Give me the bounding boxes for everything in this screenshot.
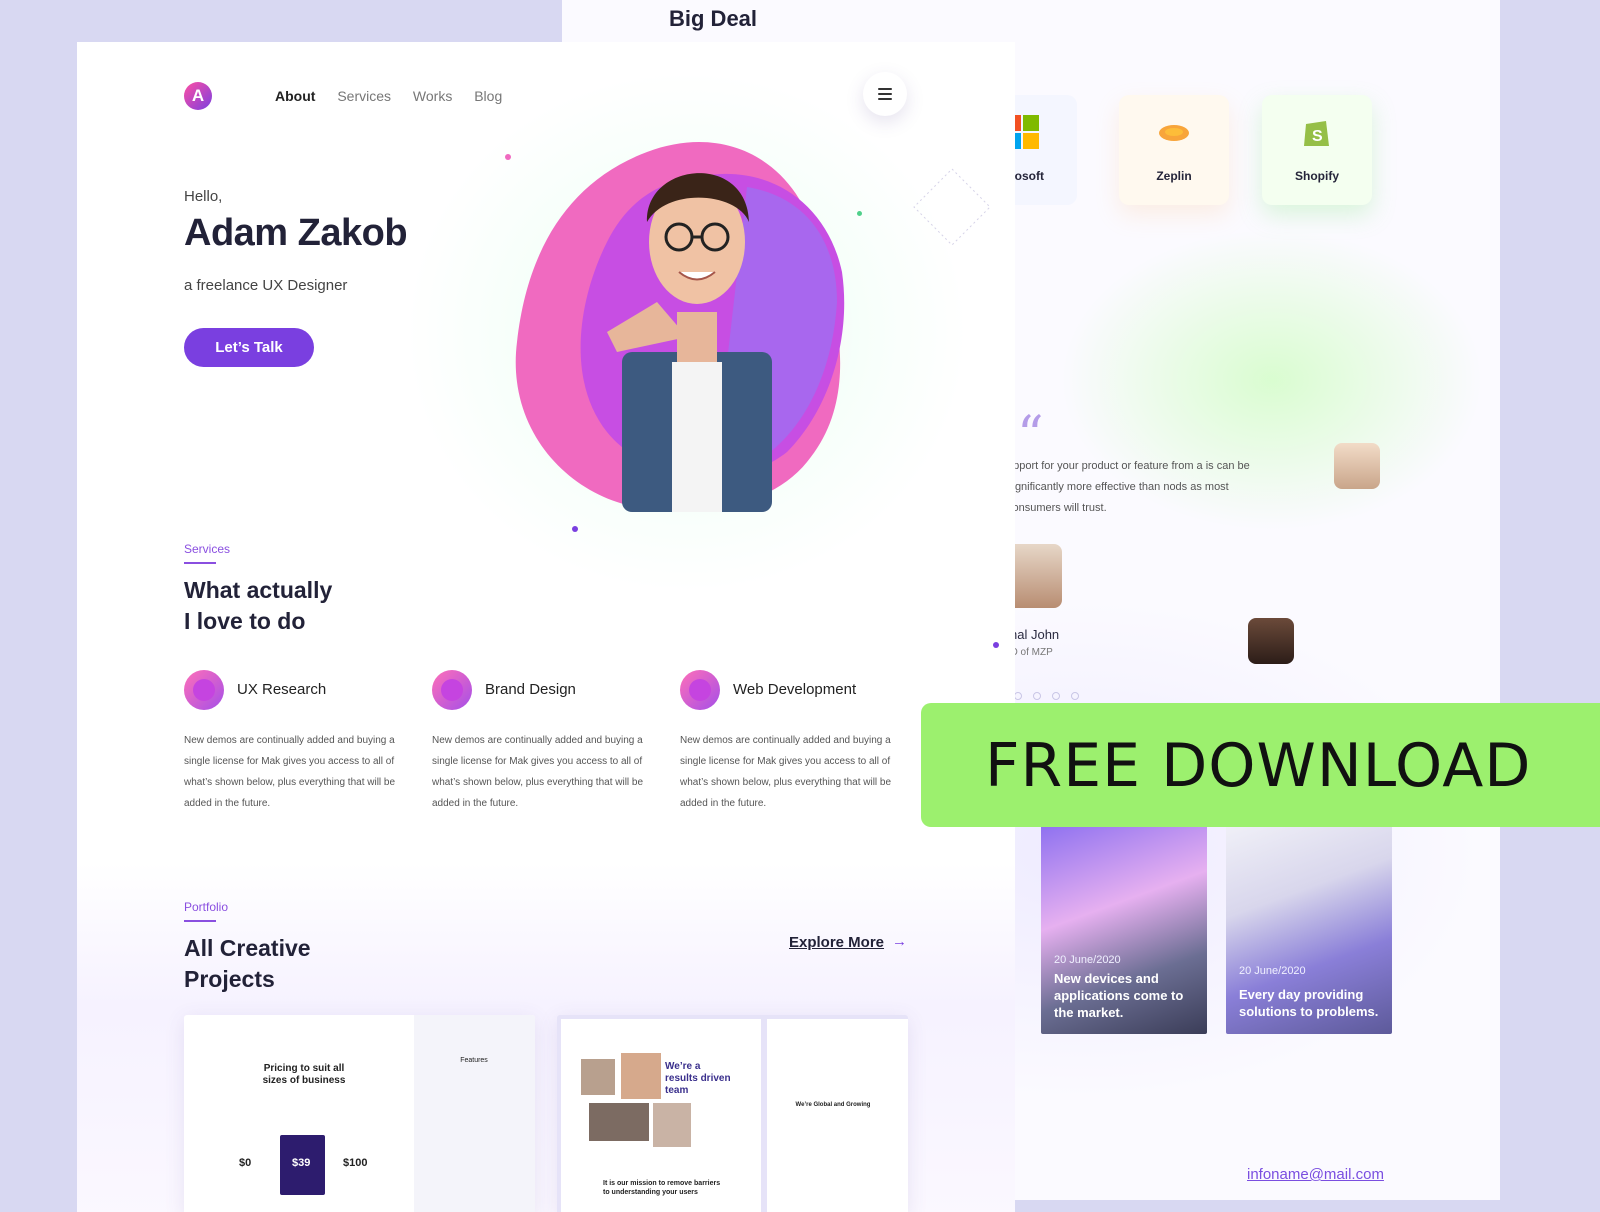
- testimonial-avatar[interactable]: [1248, 618, 1294, 664]
- blog-title: New devices and applications come to the…: [1054, 971, 1184, 1020]
- thumbnail-heading: Pricing to suit all sizes of business: [262, 1063, 346, 1086]
- thumbnail-subtext: It is our mission to remove barriers to …: [603, 1180, 721, 1196]
- browser-icon: [680, 670, 720, 710]
- decorative-dot: [857, 211, 862, 216]
- free-download-banner[interactable]: FREE DOWNLOAD: [921, 703, 1600, 827]
- service-title: Brand Design: [485, 681, 576, 698]
- team-photo: [589, 1103, 649, 1141]
- brand-icon: [432, 670, 472, 710]
- testimonial-name: hal John: [1010, 627, 1060, 642]
- hero-greeting: Hello,: [184, 188, 223, 205]
- logo[interactable]: A: [184, 82, 212, 110]
- thumbnail-side-panel: [414, 1015, 535, 1212]
- decorative-dot: [572, 526, 578, 532]
- team-photo: [653, 1103, 691, 1147]
- section-heading: What actually I love to do: [184, 577, 333, 634]
- blog-date: 20 June/2020: [1239, 965, 1306, 977]
- arrow-right-icon[interactable]: →: [892, 933, 907, 950]
- blog-card[interactable]: 20 June/2020 Every day providing solutio…: [1226, 822, 1392, 1034]
- section-tag: Portfolio: [184, 900, 229, 922]
- mobile-icon: [184, 670, 224, 710]
- section-tag: Services: [184, 542, 231, 564]
- section-heading: All Creative Projects: [184, 935, 311, 992]
- hero-name: Adam Zakob: [184, 212, 408, 254]
- banner-text: FREE DOWNLOAD: [985, 731, 1532, 801]
- team-photo: [621, 1053, 661, 1099]
- brand-label: Zeplin: [1156, 169, 1192, 183]
- service-title: UX Research: [237, 681, 327, 698]
- service-text: New demos are continually added and buyi…: [680, 735, 892, 809]
- thumbnail-heading: We’re a results driven team: [665, 1061, 731, 1096]
- main-nav: About Services Works Blog: [275, 88, 520, 104]
- nav-item-works[interactable]: Works: [413, 88, 452, 104]
- thumbnail-side-heading: Features: [460, 1057, 488, 1064]
- nav-item-about[interactable]: About: [275, 88, 315, 104]
- service-title: Web Development: [733, 681, 857, 698]
- nav-item-services[interactable]: Services: [337, 88, 391, 104]
- email-link[interactable]: infoname@mail.com: [1247, 1166, 1384, 1183]
- dot-pattern-decoration: [913, 168, 991, 246]
- team-photo: [581, 1059, 615, 1095]
- blog-date: 20 June/2020: [1054, 954, 1121, 966]
- thumbnail-side-panel: [767, 1019, 908, 1212]
- brand-card-zeplin: Zeplin: [1119, 95, 1229, 205]
- main-page-preview: A About Services Works Blog Hello, Adam …: [77, 42, 1015, 1212]
- decorative-dot: [993, 642, 999, 648]
- service-text: New demos are continually added and buyi…: [184, 735, 396, 809]
- portfolio-thumbnail[interactable]: We’re a results driven team It is our mi…: [557, 1015, 908, 1212]
- price-label: $100: [343, 1157, 368, 1169]
- brand-label: Shopify: [1295, 169, 1339, 183]
- shopify-logo-icon: S: [1304, 121, 1329, 146]
- lets-talk-button[interactable]: Let’s Talk: [184, 328, 314, 367]
- thumbnail-side-heading: We’re Global and Growing: [795, 1102, 871, 1108]
- price-label: $0: [239, 1157, 252, 1169]
- hero-subtitle: a freelance UX Designer: [184, 277, 348, 294]
- explore-more-link[interactable]: Explore More: [789, 934, 884, 951]
- blog-title: Every day providing solutions to problem…: [1239, 987, 1379, 1019]
- zeplin-logo-icon: [1159, 125, 1189, 141]
- testimonial-avatar[interactable]: [1334, 443, 1380, 489]
- portfolio-thumbnail[interactable]: Pricing to suit all sizes of business $0…: [184, 1015, 535, 1212]
- testimonial-role: O of MZP: [1010, 647, 1053, 658]
- testimonial-text: upport for your product or feature from …: [1007, 460, 1250, 514]
- service-text: New demos are continually added and buyi…: [432, 735, 644, 809]
- price-label: $39: [292, 1157, 311, 1169]
- brand-card-shopify: S Shopify: [1262, 95, 1372, 205]
- background-page-title: Big Deal: [669, 6, 758, 31]
- svg-text:S: S: [1312, 128, 1323, 145]
- blog-card[interactable]: 20 June/2020 New devices and application…: [1041, 822, 1207, 1034]
- decorative-dot: [505, 154, 511, 160]
- hero-portrait-illustration: [515, 142, 845, 512]
- quote-icon: “: [1017, 406, 1044, 466]
